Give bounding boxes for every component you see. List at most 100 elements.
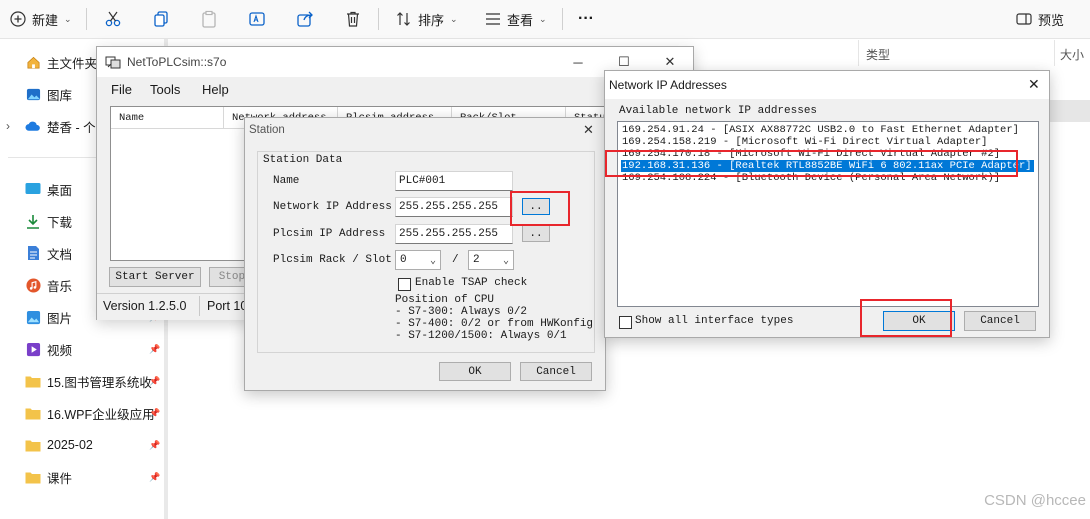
share-icon	[296, 10, 314, 28]
menu-help[interactable]: Help	[202, 82, 229, 97]
sidebar-item-folder[interactable]: 16.WPF企业级应用 📌	[0, 400, 168, 426]
new-button[interactable]: 新建 ⌄	[10, 0, 72, 38]
rack-select[interactable]: 0 ⌄	[395, 250, 441, 270]
sidebar-item-folder[interactable]: 2025-02 📌	[0, 432, 168, 458]
show-all-checkbox[interactable]	[619, 316, 632, 329]
sidebar-item-folder[interactable]: 课件 📌	[0, 464, 168, 490]
close-button[interactable]: ✕	[1028, 76, 1040, 93]
pin-icon: 📌	[149, 407, 161, 418]
sort-button[interactable]: 排序 ⌄	[396, 0, 458, 38]
chevron-down-icon: ⌄	[539, 13, 547, 24]
sidebar-item-label: 2025-02	[47, 438, 93, 452]
more-button[interactable]: ···	[578, 0, 594, 38]
rack-slot-label: Plcsim Rack / Slot	[273, 254, 392, 266]
cpu-info-line: Position of CPU	[395, 294, 495, 306]
view-icon	[485, 11, 501, 27]
name-label: Name	[273, 175, 300, 187]
plus-icon	[10, 11, 26, 27]
cut-button[interactable]	[104, 0, 122, 38]
more-label: ···	[578, 10, 594, 27]
watermark: CSDN @hccee	[984, 492, 1086, 509]
window-title: NetToPLCsim::s7o	[127, 55, 227, 69]
tsap-checkbox[interactable]	[398, 278, 411, 291]
menu-tools[interactable]: Tools	[150, 82, 180, 97]
explorer-toolbar: 新建 ⌄ 排序 ⌄ 查看 ⌄ ··· 预览	[0, 0, 1090, 39]
pin-icon: 📌	[149, 343, 161, 354]
column-header-type[interactable]: 类型	[866, 46, 890, 63]
preview-pane-icon	[1016, 11, 1032, 27]
view-button[interactable]: 查看 ⌄	[485, 0, 547, 38]
maximize-icon: ☐	[618, 54, 630, 69]
chevron-right-icon: ›	[6, 119, 10, 133]
list-item[interactable]: 169.254.158.219 - [Microsoft Wi-Fi Direc…	[621, 136, 989, 148]
selected-row-fragment[interactable]	[1050, 100, 1090, 122]
start-server-button[interactable]: Start Server	[109, 267, 201, 287]
folder-icon	[25, 373, 41, 389]
sidebar-item-label: 课件	[47, 471, 73, 486]
pin-icon: 📌	[149, 375, 161, 386]
ok-button[interactable]: OK	[439, 362, 511, 381]
cloud-icon	[25, 118, 41, 134]
cpu-info-line: - S7-1200/1500: Always 0/1	[395, 330, 567, 342]
desktop-icon	[25, 181, 41, 197]
close-button[interactable]: ✕	[583, 122, 594, 138]
menu-file[interactable]: File	[111, 82, 132, 97]
cpu-info-line: - S7-400: 0/2 or from HWKonfig	[395, 318, 594, 330]
plcsim-ip-browse-button[interactable]: ..	[522, 225, 550, 242]
chevron-down-icon: ⌄	[450, 13, 458, 24]
preview-label: 预览	[1038, 12, 1065, 28]
minimize-icon: ─	[573, 54, 583, 70]
download-icon	[25, 213, 41, 229]
new-label: 新建	[32, 12, 59, 28]
paste-button[interactable]	[200, 0, 218, 38]
view-label: 查看	[507, 12, 534, 28]
rack-slot-separator: /	[452, 254, 459, 266]
copy-button[interactable]	[152, 0, 170, 38]
list-item[interactable]: 169.254.91.24 - [ASIX AX88772C USB2.0 to…	[621, 124, 1021, 136]
highlight-box	[860, 299, 952, 337]
minimize-button[interactable]: ─	[555, 47, 601, 77]
network-ip-field[interactable]: 255.255.255.255	[395, 197, 513, 217]
close-icon: ✕	[664, 54, 676, 69]
rack-value: 0	[400, 254, 407, 266]
name-field[interactable]: PLC#001	[395, 171, 513, 191]
sidebar-item-folder[interactable]: 15.图书管理系统收 📌	[0, 368, 168, 394]
preview-button[interactable]: 预览	[1016, 0, 1064, 38]
cancel-button[interactable]: Cancel	[964, 311, 1036, 331]
station-dialog: Station ✕ Station Data Name PLC#001 Netw…	[244, 117, 606, 391]
column-header-size[interactable]: 大小	[1060, 46, 1084, 63]
gallery-icon	[25, 86, 41, 102]
network-ip-dialog: Network IP Addresses ✕ Available network…	[604, 70, 1050, 338]
folder-icon	[25, 437, 41, 453]
close-icon: ✕	[583, 122, 594, 137]
highlight-box	[605, 150, 1018, 177]
tsap-label: Enable TSAP check	[415, 277, 528, 289]
close-icon: ✕	[1028, 76, 1040, 92]
folder-icon	[25, 405, 41, 421]
rename-button[interactable]	[248, 0, 266, 38]
delete-button[interactable]	[344, 0, 362, 38]
scissors-icon	[104, 10, 122, 28]
available-addresses-label: Available network IP addresses	[619, 105, 818, 117]
cancel-button[interactable]: Cancel	[520, 362, 592, 381]
ip-address-list[interactable]: 169.254.91.24 - [ASIX AX88772C USB2.0 to…	[617, 121, 1039, 307]
slot-select[interactable]: 2 ⌄	[468, 250, 514, 270]
list-header-name[interactable]: Name	[111, 107, 224, 129]
sort-icon	[396, 11, 412, 27]
sidebar-item-label: 16.WPF企业级应用	[47, 407, 155, 422]
document-icon	[25, 245, 41, 261]
picture-icon	[25, 309, 41, 325]
dialog-title: Network IP Addresses	[609, 78, 727, 92]
music-icon	[25, 277, 41, 293]
rename-icon	[248, 10, 266, 28]
copy-icon	[152, 10, 170, 28]
plcsim-ip-label: Plcsim IP Address	[273, 228, 386, 240]
sidebar-item-label: 15.图书管理系统收	[47, 375, 152, 390]
share-button[interactable]	[296, 0, 314, 38]
chevron-down-icon: ⌄	[429, 256, 436, 267]
highlight-box	[510, 191, 570, 226]
sidebar-item-videos[interactable]: 视频 📌	[0, 336, 168, 362]
video-icon	[25, 341, 41, 357]
cpu-info-line: - S7-300: Always 0/2	[395, 306, 528, 318]
plcsim-ip-field[interactable]: 255.255.255.255	[395, 224, 513, 244]
